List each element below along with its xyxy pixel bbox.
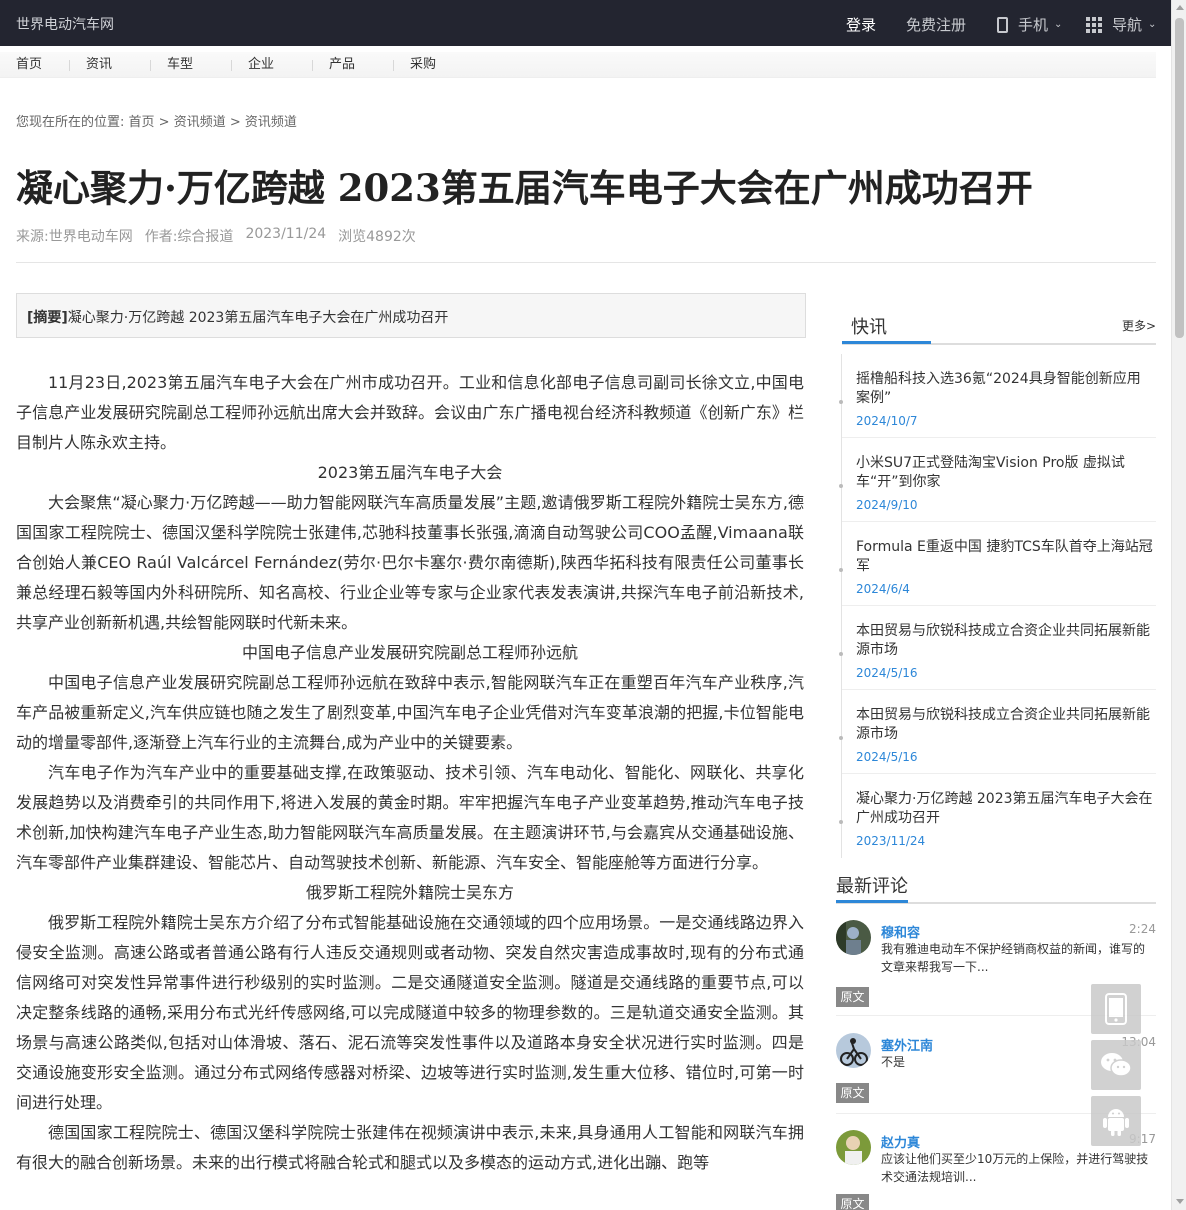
- breadcrumb-prefix: 您现在所在的位置:: [16, 115, 125, 130]
- chevron-down-icon: ⌄: [1054, 19, 1063, 30]
- grid-icon: [1086, 16, 1102, 33]
- comment-author[interactable]: 穆和容: [881, 922, 920, 941]
- article-source: 来源:世界电动车网: [16, 229, 133, 245]
- menu-item-home[interactable]: 首页: [0, 52, 70, 78]
- scroll-up-arrow[interactable]: [1176, 5, 1184, 10]
- news-item[interactable]: 本田贸易与欣锐科技成立合资企业共同拓展新能源市场 2024/5/16: [839, 606, 1156, 690]
- article-paragraph: 大会聚焦“凝心聚力·万亿跨越——助力智能网联汽车高质量发展”主题,邀请俄罗斯工程…: [16, 493, 804, 632]
- abstract-text: 凝心聚力·万亿跨越 2023第五届汽车电子大会在广州成功召开: [67, 310, 449, 326]
- news-item[interactable]: Formula E重返中国 捷豹TCS车队首夺上海站冠军 2024/6/4: [839, 522, 1156, 606]
- chevron-down-icon: ⌄: [1148, 19, 1157, 30]
- comment-time: 2:24: [1129, 922, 1156, 936]
- site-name[interactable]: 世界电动汽车网: [16, 14, 114, 34]
- scroll-down-arrow[interactable]: [1176, 1199, 1184, 1204]
- article-paragraph: 11月23日,2023第五届汽车电子大会在广州市成功召开。工业和信息化部电子信息…: [16, 373, 804, 452]
- news-title[interactable]: 摇橹船科技入选36氪“2024具身智能创新应用案例”: [856, 370, 1154, 408]
- breadcrumb-sep: >: [225, 115, 245, 130]
- comments-underline: [836, 900, 908, 903]
- image-caption: 2023第五届汽车电子大会: [317, 463, 503, 482]
- news-title[interactable]: 小米SU7正式登陆淘宝Vision Pro版 虚拟试车“开”到你家: [856, 454, 1154, 492]
- news-item[interactable]: 摇橹船科技入选36氪“2024具身智能创新应用案例” 2024/10/7: [839, 354, 1156, 438]
- breadcrumb-sep: >: [154, 115, 174, 130]
- breadcrumb: 您现在所在的位置: 首页 > 资讯频道 > 资讯频道: [16, 111, 297, 130]
- comments-title: 最新评论: [836, 876, 908, 897]
- news-item[interactable]: 凝心聚力·万亿跨越 2023第五届汽车电子大会在广州成功召开 2023/11/24: [839, 774, 1156, 858]
- image-caption: 中国电子信息产业发展研究院副总工程师孙远航: [241, 643, 578, 662]
- bullet-dot-icon: [839, 652, 843, 656]
- register-link[interactable]: 免费注册: [906, 14, 966, 35]
- phone-icon: [997, 16, 1008, 33]
- scroll-thumb[interactable]: [1175, 18, 1184, 338]
- kuaixun-header: 快讯 更多>: [842, 300, 1156, 345]
- article-paragraph: 俄罗斯工程院外籍院士吴东方介绍了分布式智能基础设施在交通领域的四个应用场景。一是…: [16, 913, 804, 1112]
- article-title: 凝心聚力·万亿跨越 2023第五届汽车电子大会在广州成功召开: [16, 166, 1033, 210]
- news-title[interactable]: 凝心聚力·万亿跨越 2023第五届汽车电子大会在广州成功召开: [856, 790, 1154, 828]
- article-views: 浏览4892次: [338, 229, 416, 245]
- article-meta: 来源:世界电动车网 作者:综合报道 2023/11/24 浏览4892次: [16, 226, 416, 246]
- comment-author[interactable]: 塞外江南: [881, 1035, 933, 1054]
- breadcrumb-home[interactable]: 首页: [129, 115, 155, 130]
- avatar[interactable]: [836, 1130, 871, 1165]
- original-button[interactable]: 原文: [836, 987, 869, 1007]
- comments-header: 最新评论: [836, 870, 1156, 904]
- article-author: 作者:综合报道: [144, 229, 234, 245]
- menu-item-news[interactable]: 资讯: [70, 52, 151, 78]
- original-button[interactable]: 原文: [836, 1083, 869, 1103]
- bullet-dot-icon: [839, 400, 843, 404]
- menu-item-companies[interactable]: 企业: [232, 52, 313, 78]
- news-title[interactable]: 本田贸易与欣锐科技成立合资企业共同拓展新能源市场: [856, 706, 1154, 744]
- menu-item-models[interactable]: 车型: [151, 52, 232, 78]
- page-scrollbar[interactable]: [1171, 0, 1186, 1210]
- news-date: 2024/6/4: [856, 582, 910, 596]
- top-bar: 世界电动汽车网 登录 免费注册 手机 ⌄ 导航 ⌄: [0, 0, 1171, 46]
- news-date: 2024/10/7: [856, 414, 918, 428]
- article-body: 11月23日,2023第五届汽车电子大会在广州市成功召开。工业和信息化部电子信息…: [16, 368, 804, 1178]
- article-paragraph: 德国国家工程院院士、德国汉堡科学院院士张建伟在视频演讲中表示,未来,具身通用人工…: [16, 1123, 804, 1172]
- breadcrumb-channel[interactable]: 资讯频道: [174, 115, 226, 130]
- menu-item-purchase[interactable]: 采购: [394, 52, 475, 78]
- article-date: 2023/11/24: [245, 226, 327, 242]
- bullet-dot-icon: [839, 820, 843, 824]
- news-title[interactable]: 本田贸易与欣锐科技成立合资企业共同拓展新能源市场: [856, 622, 1154, 660]
- bullet-dot-icon: [839, 484, 843, 488]
- nav-menu[interactable]: 导航 ⌄: [1086, 14, 1156, 35]
- image-caption: 俄罗斯工程院外籍院士吴东方: [305, 883, 514, 902]
- comment-author[interactable]: 赵力真: [881, 1132, 920, 1151]
- avatar[interactable]: [836, 1033, 871, 1068]
- divider: [16, 262, 1156, 263]
- article-paragraph: 汽车电子作为汽车产业中的重要基础支撑,在政策驱动、技术引领、汽车电动化、智能化、…: [16, 763, 804, 872]
- comment-text: 应该让他们买至少10万元的上保险，并进行驾驶技术交通法规培训...: [881, 1152, 1149, 1184]
- mobile-label: 手机: [1018, 16, 1049, 34]
- bullet-dot-icon: [839, 568, 843, 572]
- article-paragraph: 中国电子信息产业发展研究院副总工程师孙远航在致辞中表示,智能网联汽车正在重塑百年…: [16, 673, 804, 752]
- main-menu: 首页 资讯 车型 企业 产品 采购: [0, 52, 1156, 78]
- menu-item-products[interactable]: 产品: [313, 52, 394, 78]
- breadcrumb-channel[interactable]: 资讯频道: [245, 115, 297, 130]
- android-icon[interactable]: [1091, 1096, 1141, 1146]
- news-date: 2023/11/24: [856, 834, 926, 848]
- news-title[interactable]: Formula E重返中国 捷豹TCS车队首夺上海站冠军: [856, 538, 1154, 576]
- news-date: 2024/5/16: [856, 750, 918, 764]
- kuaixun-title: 快讯: [851, 317, 887, 338]
- more-link[interactable]: 更多>: [1122, 317, 1156, 334]
- avatar[interactable]: [836, 920, 871, 955]
- nav-label: 导航: [1112, 16, 1143, 34]
- news-date: 2024/9/10: [856, 498, 918, 512]
- wechat-icon[interactable]: [1091, 1040, 1141, 1090]
- news-item[interactable]: 小米SU7正式登陆淘宝Vision Pro版 虚拟试车“开”到你家 2024/9/…: [839, 438, 1156, 522]
- login-link[interactable]: 登录: [846, 14, 876, 35]
- original-button[interactable]: 原文: [836, 1194, 869, 1210]
- abstract-label: [摘要]: [27, 310, 68, 326]
- news-date: 2024/5/16: [856, 666, 918, 680]
- mobile-menu[interactable]: 手机 ⌄: [997, 14, 1062, 35]
- mobile-app-icon[interactable]: [1091, 984, 1141, 1034]
- kuaixun-list: 摇橹船科技入选36氪“2024具身智能创新应用案例” 2024/10/7 小米SU…: [839, 354, 1156, 858]
- article-abstract: [摘要]凝心聚力·万亿跨越 2023第五届汽车电子大会在广州成功召开: [16, 293, 806, 338]
- comment-text: 我有雅迪电动车不保护经销商权益的新闻，谁写的文章来帮我写一下...: [881, 942, 1146, 974]
- bullet-dot-icon: [839, 736, 843, 740]
- kuaixun-underline: [842, 341, 931, 344]
- news-item[interactable]: 本田贸易与欣锐科技成立合资企业共同拓展新能源市场 2024/5/16: [839, 690, 1156, 774]
